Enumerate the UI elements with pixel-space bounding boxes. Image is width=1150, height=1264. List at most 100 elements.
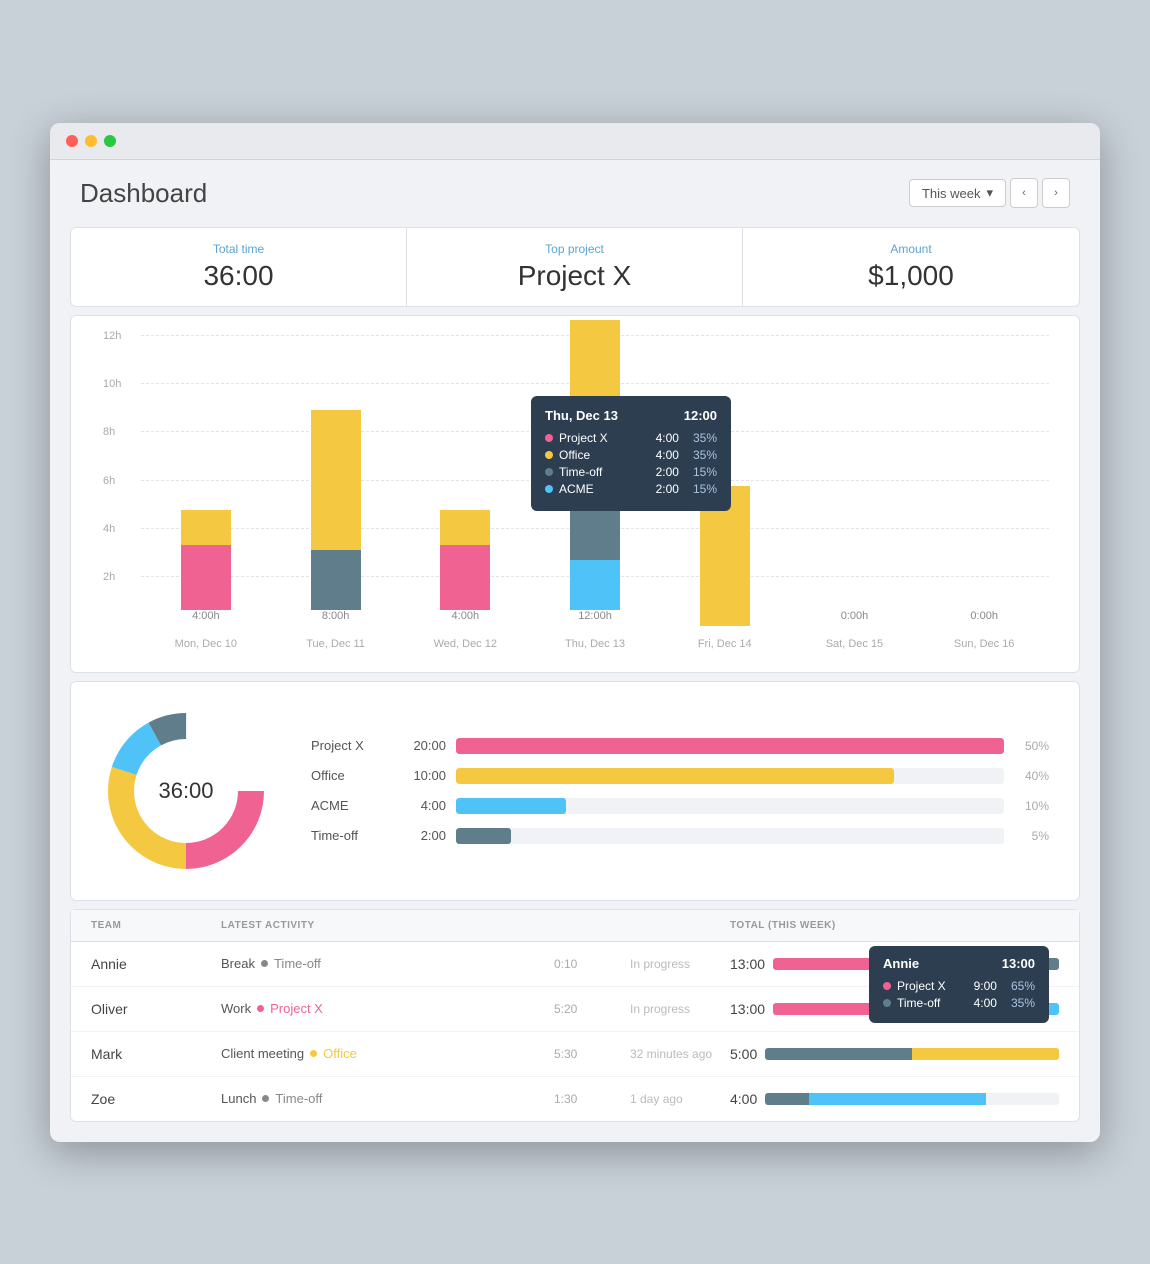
header-activity: LATEST ACTIVITY [221, 920, 550, 931]
day-label: Tue, Dec 11 [306, 638, 365, 650]
project-pct: 50% [1014, 739, 1049, 753]
header-empty [550, 920, 630, 931]
project-time: 10:00 [401, 768, 446, 783]
team-total: 13:00 [730, 1001, 765, 1017]
day-group: 0:00hSat, Dec 15 [790, 610, 920, 626]
project-bar-track [456, 828, 1004, 844]
chart-section: 12h10h8h6h4h2h 4:00hMon, Dec 108:00hTue,… [70, 315, 1080, 673]
bar-stack: 4:00h [440, 510, 490, 626]
close-dot[interactable] [66, 135, 78, 147]
tooltip-dot [545, 451, 553, 459]
activity-time: 5:30 [554, 1047, 630, 1061]
tooltip-row: Office 4:00 35% [545, 448, 717, 462]
bar-stack: 0:00h [959, 610, 1009, 626]
activity-project: Project X [270, 1001, 323, 1016]
tooltip-name: ACME [559, 482, 646, 496]
stat-amount-label: Amount [763, 242, 1059, 256]
bar-segment [311, 550, 361, 610]
donut-chart: 36:00 [101, 706, 271, 876]
team-bar-track [765, 1093, 1059, 1105]
day-group: 4:00hMon, Dec 10 [141, 510, 271, 626]
team-tooltip: Annie 13:00 Project X 9:00 65% Time-off … [869, 946, 1049, 1023]
activity-cell: Work Project X [221, 1001, 550, 1016]
tooltip-pct: 65% [1011, 979, 1035, 993]
team-member-name: Zoe [91, 1091, 221, 1107]
tooltip-name: Office [559, 448, 646, 462]
tooltip-dot [883, 999, 891, 1007]
tooltip-pct: 35% [693, 448, 717, 462]
bar-segment [181, 510, 231, 545]
activity-time: 1:30 [554, 1092, 630, 1106]
table-row: Annie Break Time-off 0:10 In progress 13… [71, 942, 1079, 987]
day-label: Mon, Dec 10 [175, 638, 237, 650]
tooltip-total: 13:00 [1002, 956, 1035, 971]
chart-tooltip: Thu, Dec 13 12:00 Project X 4:00 35% Off… [531, 396, 731, 511]
activity-cell: Break Time-off [221, 956, 550, 971]
table-row: Zoe Lunch Time-off 1:30 1 day ago 4:00 [71, 1077, 1079, 1121]
bar-stack: 0:00h [829, 610, 879, 626]
tooltip-time: 4:00 [974, 996, 997, 1010]
tooltip-time: 4:00 [656, 431, 679, 445]
tooltip-pct: 15% [693, 482, 717, 496]
tooltip-dot [883, 982, 891, 990]
activity-label: Work [221, 1001, 251, 1016]
project-pct: 40% [1014, 769, 1049, 783]
activity-status: 32 minutes ago [630, 1047, 730, 1061]
bar-segment [440, 510, 490, 545]
header-empty2 [630, 920, 730, 931]
project-bar-fill [456, 798, 566, 814]
activity-project: Time-off [274, 956, 321, 971]
project-time: 4:00 [401, 798, 446, 813]
bar-stack: 4:00h [181, 510, 231, 626]
project-bar-track [456, 798, 1004, 814]
team-member-name: Oliver [91, 1001, 221, 1017]
bar-segment [181, 545, 231, 610]
header-team: TEAM [91, 920, 221, 931]
activity-project: Office [323, 1046, 357, 1061]
prev-week-button[interactable]: ‹ [1010, 178, 1038, 208]
header-total: TOTAL (THIS WEEK) [730, 920, 1059, 931]
bar-top-label: 0:00h [970, 610, 998, 622]
bar-segment [440, 545, 490, 610]
next-week-button[interactable]: › [1042, 178, 1070, 208]
project-bar-fill [456, 768, 894, 784]
stat-top-project: Top project Project X [407, 228, 743, 306]
activity-status: 1 day ago [630, 1092, 730, 1106]
this-week-button[interactable]: This week ▾ [909, 179, 1006, 207]
bar-chart: 12h10h8h6h4h2h 4:00hMon, Dec 108:00hTue,… [101, 336, 1049, 656]
tooltip-name: Project X [559, 431, 646, 445]
day-label: Sat, Dec 15 [826, 638, 883, 650]
activity-dot [262, 1095, 269, 1102]
team-bar-segment [912, 1048, 1059, 1060]
team-member-name: Annie [91, 956, 221, 972]
total-cell: 4:00 [730, 1091, 1059, 1107]
stat-amount-value: $1,000 [763, 260, 1059, 292]
activity-status: In progress [630, 957, 730, 971]
minimize-dot[interactable] [85, 135, 97, 147]
team-total: 5:00 [730, 1046, 757, 1062]
project-name: Office [311, 768, 391, 783]
day-label: Wed, Dec 12 [434, 638, 497, 650]
expand-dot[interactable] [104, 135, 116, 147]
stat-total-time-value: 36:00 [91, 260, 386, 292]
bar-top-label: 12:00h [578, 610, 612, 622]
activity-label: Lunch [221, 1091, 256, 1106]
grid-label: 6h [103, 475, 115, 487]
project-name: Time-off [311, 828, 391, 843]
stat-total-time: Total time 36:00 [71, 228, 407, 306]
tooltip-dot [545, 434, 553, 442]
day-group: 4:00hWed, Dec 12 [400, 510, 530, 626]
project-bar-fill [456, 738, 1004, 754]
activity-cell: Client meeting Office [221, 1046, 550, 1061]
activity-dot [257, 1005, 264, 1012]
project-row: Project X 20:00 50% [311, 738, 1049, 754]
project-row: Office 10:00 40% [311, 768, 1049, 784]
main-content: Total time 36:00 Top project Project X A… [50, 227, 1100, 1142]
project-name: ACME [311, 798, 391, 813]
project-pct: 10% [1014, 799, 1049, 813]
project-bar-track [456, 738, 1004, 754]
tooltip-row: Time-off 4:00 35% [883, 996, 1035, 1010]
activity-status: In progress [630, 1002, 730, 1016]
total-cell: 5:00 [730, 1046, 1059, 1062]
tooltip-pct: 15% [693, 465, 717, 479]
